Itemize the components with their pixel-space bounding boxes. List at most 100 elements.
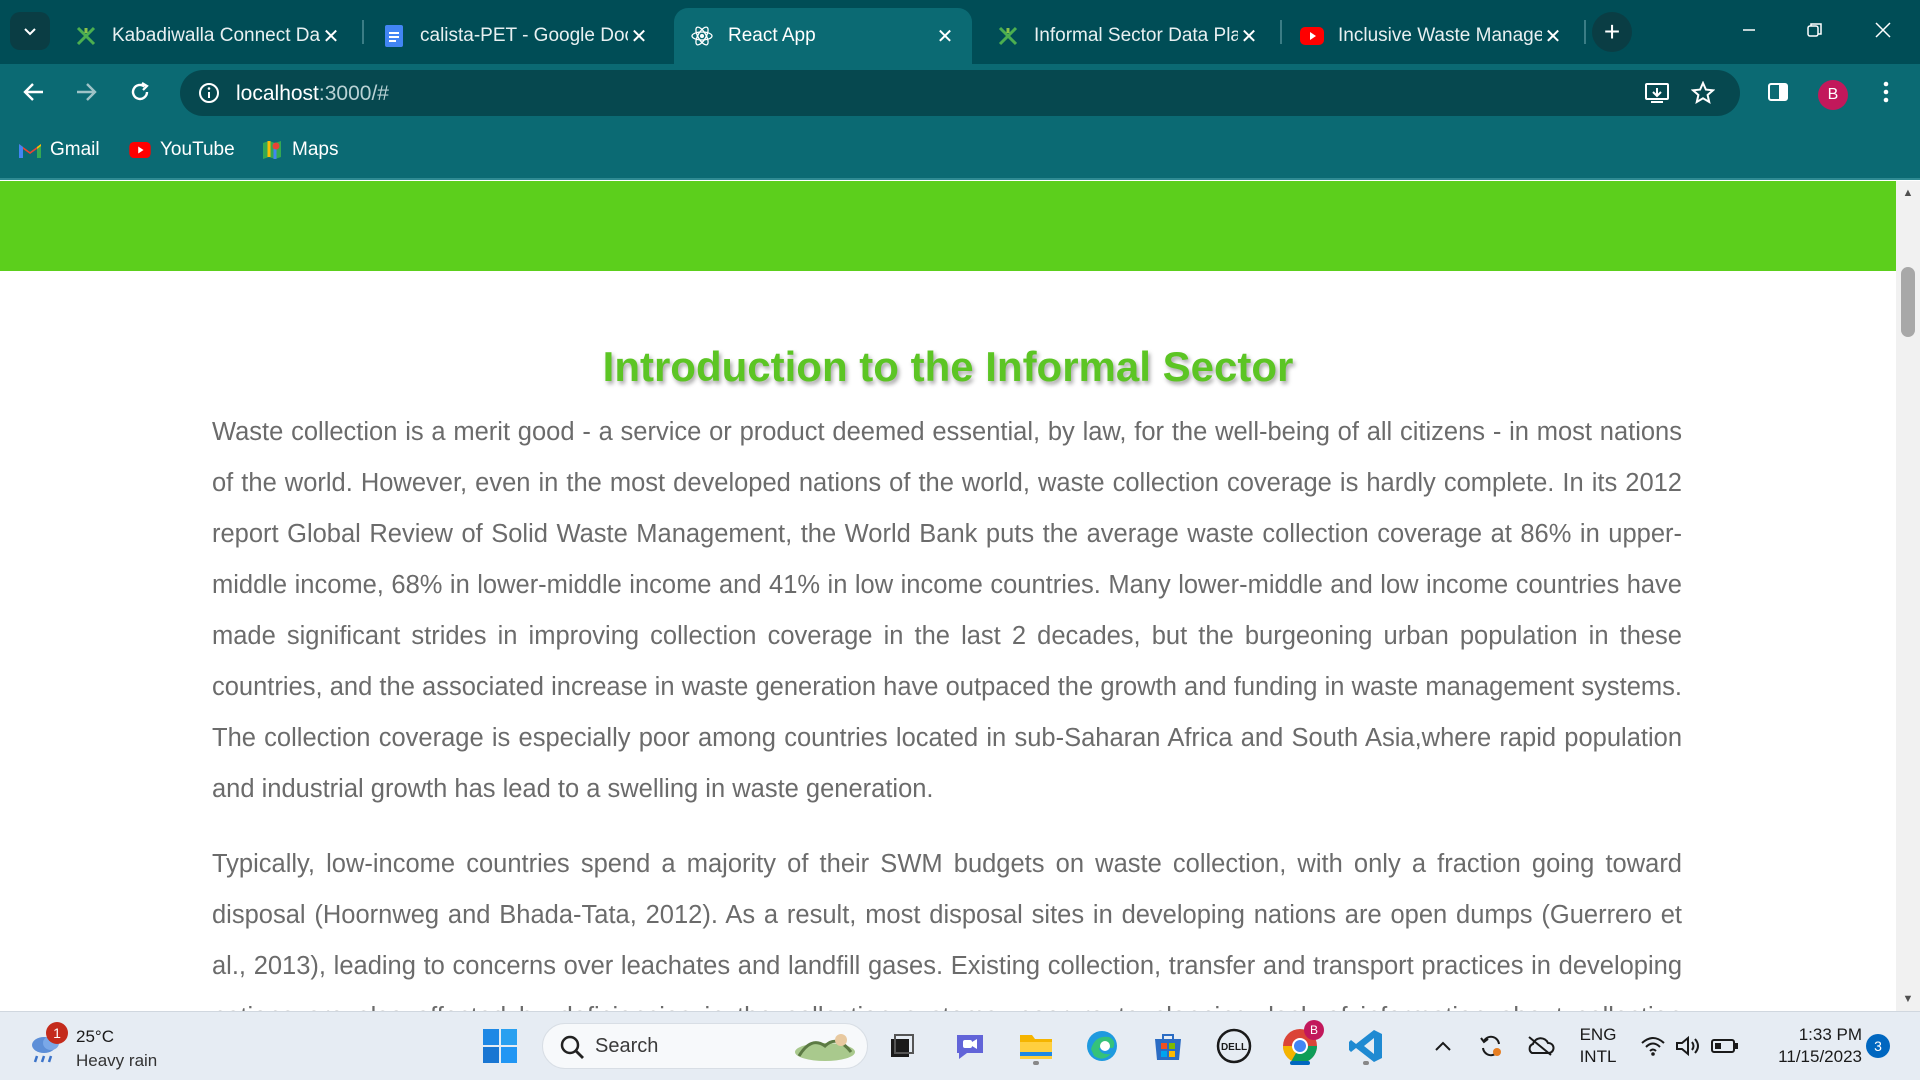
close-window-button[interactable]: [1858, 12, 1908, 48]
side-panel-button[interactable]: [1758, 72, 1798, 112]
tab-search-button[interactable]: [10, 12, 50, 50]
tab-separator: [1584, 20, 1586, 44]
weather-temperature: 25°C: [76, 1027, 114, 1046]
weather-condition: Heavy rain: [76, 1051, 158, 1070]
intro-paragraph: Waste collection is a merit good - a ser…: [212, 418, 1682, 803]
youtube-icon: [1300, 24, 1324, 48]
chrome-button[interactable]: B: [1278, 1020, 1324, 1068]
battery-tray-button[interactable]: [1708, 1024, 1742, 1068]
bookmark-youtube[interactable]: YouTube: [128, 136, 235, 164]
tab-title: calista-PET - Google Doc: [420, 25, 628, 46]
scroll-down-icon[interactable]: ▼: [1896, 989, 1920, 1009]
onedrive-tray-button[interactable]: [1522, 1024, 1558, 1068]
bookmark-maps[interactable]: Maps: [260, 136, 338, 164]
tab-informal-sector[interactable]: Informal Sector Data Plat ✕: [980, 8, 1276, 64]
search-highlight-illustration-icon: [795, 1034, 855, 1061]
keyboard-layout: INTL: [1579, 1047, 1617, 1066]
new-tab-button[interactable]: +: [1592, 12, 1632, 52]
reload-button[interactable]: [120, 72, 160, 112]
task-view-icon: [891, 1034, 914, 1057]
maps-icon: [260, 138, 284, 162]
minimize-button[interactable]: [1724, 12, 1774, 48]
chevron-up-icon: [1435, 1041, 1451, 1051]
profile-avatar[interactable]: B: [1818, 80, 1848, 110]
kebab-menu-icon: [1883, 81, 1889, 103]
minimize-icon: [1743, 29, 1755, 31]
close-icon[interactable]: ✕: [320, 25, 342, 48]
teams-chat-button[interactable]: [948, 1024, 992, 1068]
sync-tray-button[interactable]: [1474, 1024, 1508, 1068]
clock[interactable]: 1:33 PM 11/15/2023: [1752, 1024, 1862, 1068]
page-viewport: Introduction to the Informal Sector Wast…: [0, 181, 1896, 1011]
restore-button[interactable]: [1790, 12, 1840, 48]
browser-menu-button[interactable]: [1866, 72, 1906, 112]
bookmark-label: YouTube: [160, 139, 235, 160]
close-icon[interactable]: ✕: [1238, 25, 1260, 48]
forward-button[interactable]: [66, 72, 106, 112]
tab-title: Kabadiwalla Connect Das: [112, 25, 320, 46]
intro-paragraph: Typically, low-income countries spend a …: [212, 850, 1682, 1011]
bookmark-label: Maps: [292, 139, 339, 160]
tab-react-app[interactable]: React App ✕: [674, 8, 972, 64]
edge-icon: [1087, 1031, 1117, 1061]
weather-widget[interactable]: 1 25°C Heavy rain: [24, 1022, 204, 1072]
install-app-icon[interactable]: [1642, 78, 1672, 108]
bookmark-star-icon[interactable]: [1688, 78, 1718, 108]
close-icon: [1875, 22, 1891, 38]
language-indicator[interactable]: ENG INTL: [1576, 1024, 1620, 1068]
close-icon[interactable]: ✕: [628, 25, 650, 48]
scroll-up-icon[interactable]: ▲: [1896, 183, 1920, 203]
dell-app-button[interactable]: DELL: [1212, 1024, 1256, 1068]
address-bar[interactable]: localhost:3000/#: [180, 70, 1740, 116]
wifi-tray-button[interactable]: [1636, 1024, 1670, 1068]
page-title: Introduction to the Informal Sector: [602, 343, 1294, 390]
kabadiwalla-icon: [74, 24, 98, 48]
tab-separator: [362, 20, 364, 44]
header-band: [0, 181, 1896, 271]
folder-icon: [1020, 1035, 1052, 1059]
chevron-down-icon: [24, 28, 36, 36]
tab-kabadiwalla[interactable]: Kabadiwalla Connect Das ✕: [58, 8, 358, 64]
volume-icon: [1676, 1035, 1699, 1057]
youtube-icon: [128, 138, 152, 162]
notification-badge[interactable]: 3: [1866, 1034, 1890, 1058]
bookmark-gmail[interactable]: Gmail: [18, 136, 100, 164]
cloud-offline-icon: [1528, 1036, 1555, 1056]
restore-icon: [1807, 23, 1822, 37]
reload-icon: [131, 82, 149, 101]
vscode-button[interactable]: [1344, 1024, 1388, 1068]
url-text[interactable]: localhost:3000/#: [236, 82, 389, 106]
start-button[interactable]: [478, 1024, 522, 1068]
microsoft-store-button[interactable]: [1146, 1024, 1190, 1068]
windows-logo-icon: [483, 1029, 517, 1063]
taskbar-search[interactable]: Search: [542, 1023, 868, 1069]
wifi-icon: [1641, 1037, 1665, 1056]
chat-icon: [957, 1035, 983, 1059]
running-indicator: [1033, 1061, 1039, 1065]
file-explorer-button[interactable]: [1014, 1024, 1058, 1068]
svg-text:DELL: DELL: [1221, 1042, 1247, 1053]
page-scrollbar[interactable]: ▲ ▼: [1896, 181, 1920, 1011]
react-icon: [690, 24, 714, 48]
chrome-profile-badge: B: [1304, 1020, 1324, 1040]
url-host: localhost: [236, 82, 319, 105]
volume-tray-button[interactable]: [1672, 1024, 1706, 1068]
kabadiwalla-icon: [996, 24, 1020, 48]
tab-google-doc[interactable]: calista-PET - Google Doc ✕: [366, 8, 666, 64]
side-panel-icon: [1768, 83, 1788, 101]
edge-button[interactable]: [1080, 1024, 1124, 1068]
google-docs-icon: [382, 24, 406, 48]
clock-date: 11/15/2023: [1778, 1047, 1862, 1066]
url-path: :3000/#: [318, 82, 389, 105]
show-hidden-icons-button[interactable]: [1428, 1024, 1458, 1068]
search-placeholder: Search: [595, 1035, 659, 1057]
task-view-button[interactable]: [880, 1024, 924, 1068]
store-icon: [1155, 1034, 1181, 1060]
close-icon[interactable]: ✕: [934, 25, 956, 48]
back-button[interactable]: [14, 72, 54, 112]
scrollbar-thumb[interactable]: [1901, 267, 1915, 337]
tab-inclusive-waste[interactable]: Inclusive Waste Managem ✕: [1284, 8, 1580, 64]
bookmarks-bar: Gmail YouTube Maps: [0, 120, 1920, 180]
site-info-icon[interactable]: [194, 78, 224, 108]
close-icon[interactable]: ✕: [1542, 25, 1564, 48]
